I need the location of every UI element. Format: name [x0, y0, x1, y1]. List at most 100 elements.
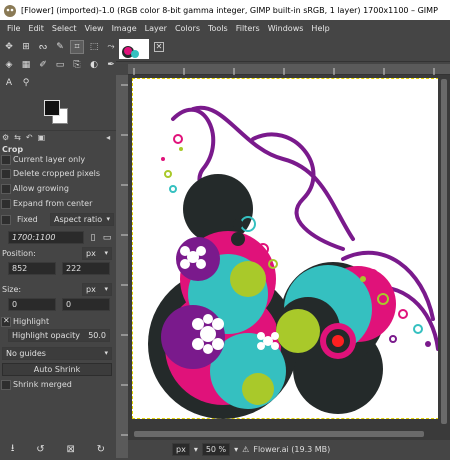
highlight-checkbox[interactable]	[1, 316, 11, 327]
paintbrush-icon[interactable]: ✐	[36, 58, 50, 72]
device-status-tab-icon[interactable]: ⇆	[14, 133, 21, 142]
free-select-icon[interactable]: ᔓ	[36, 40, 50, 54]
gradient-icon[interactable]: ▦	[19, 58, 33, 72]
eraser-icon[interactable]: ▭	[53, 58, 67, 72]
allow-growing-checkbox[interactable]	[1, 184, 11, 194]
landscape-icon[interactable]: ▭	[100, 231, 114, 245]
menu-bar: File Edit Select View Image Layer Colors…	[0, 20, 450, 36]
size-h-input[interactable]: 0	[62, 298, 110, 311]
unit-select[interactable]: px	[172, 442, 190, 456]
left-dock: ✥ ⊞ ᔓ ✎ ⌗ ⬚ ⤳ ◈ ▦ ✐ ▭ ⎘ ◐ ✒ A ⚲ ⚙ ⇆ ↶ ▣ …	[0, 36, 118, 455]
clone-icon[interactable]: ⎘	[70, 58, 84, 72]
toolbox-row-2: ◈ ▦ ✐ ▭ ⎘ ◐ ✒	[2, 58, 118, 72]
crop-icon[interactable]: ⌗	[70, 40, 84, 54]
menu-filters[interactable]: Filters	[232, 24, 264, 33]
fixed-mode-select[interactable]: Aspect ratio ▾	[50, 213, 114, 226]
ratio-input[interactable]: 1700:1100	[8, 231, 84, 244]
gimp-logo-icon	[4, 5, 16, 17]
menu-windows[interactable]: Windows	[264, 24, 308, 33]
foreground-color-swatch[interactable]	[44, 100, 60, 116]
canvas-view[interactable]	[128, 75, 450, 429]
shrink-merged-checkbox[interactable]	[1, 380, 11, 390]
current-layer-only-checkbox[interactable]	[1, 155, 11, 165]
color-picker-icon[interactable]: ⚲	[19, 76, 33, 90]
chevron-down-icon: ▾	[104, 349, 108, 357]
tool-options-tab-icon[interactable]: ⚙	[2, 133, 9, 142]
menu-colors[interactable]: Colors	[171, 24, 204, 33]
fuzzy-select-icon[interactable]: ✎	[53, 40, 67, 54]
horizontal-ruler[interactable]	[128, 64, 450, 75]
menu-view[interactable]: View	[81, 24, 108, 33]
expand-from-center-checkbox[interactable]	[1, 199, 11, 209]
window-title: [Flower] (imported)-1.0 (RGB color 8-bit…	[21, 5, 438, 15]
unified-transform-icon[interactable]: ⬚	[87, 40, 101, 54]
menu-tools[interactable]: Tools	[204, 24, 232, 33]
scroll-thumb[interactable]	[441, 79, 447, 424]
vertical-scrollbar[interactable]	[438, 75, 450, 440]
text-icon[interactable]: A	[2, 76, 16, 90]
size-label: Size:	[2, 285, 22, 294]
expand-from-center-label: Expand from center	[13, 199, 93, 208]
auto-shrink-button[interactable]: Auto Shrink	[2, 363, 112, 376]
paint-bucket-icon[interactable]: ◈	[2, 58, 16, 72]
undo-history-tab-icon[interactable]: ↶	[26, 133, 33, 142]
reset-icon[interactable]: ↺	[36, 444, 44, 455]
options-title: Crop	[2, 145, 24, 154]
thumbnail-image	[122, 46, 139, 58]
fixed-label: Fixed	[17, 215, 38, 224]
fixed-checkbox[interactable]	[1, 215, 11, 225]
toolbox-row-1: ✥ ⊞ ᔓ ✎ ⌗ ⬚ ⤳	[2, 40, 118, 54]
ruler-ticks	[133, 68, 435, 75]
dodge-icon[interactable]: ◐	[87, 58, 101, 72]
size-w-input[interactable]: 0	[8, 298, 56, 311]
portrait-icon[interactable]: ▯	[86, 231, 100, 245]
warning-icon: ⚠	[242, 444, 250, 454]
restore-icon[interactable]: ↻	[97, 444, 105, 455]
position-unit-value: px	[86, 249, 96, 258]
image-tab-thumbnail[interactable]	[119, 39, 149, 59]
size-unit-select[interactable]: px ▾	[82, 283, 112, 296]
highlight-label: Highlight	[13, 317, 50, 326]
close-tab-icon[interactable]: ✕	[154, 42, 164, 52]
menu-image[interactable]: Image	[108, 24, 141, 33]
delete-cropped-checkbox[interactable]	[1, 169, 11, 179]
image-tabs: ✕	[116, 36, 450, 62]
flower-artwork	[148, 105, 440, 419]
chevron-down-icon: ▾	[106, 215, 110, 223]
chevron-down-icon: ▾	[104, 249, 108, 257]
size-unit-value: px	[86, 285, 96, 294]
position-y-input[interactable]: 222	[62, 262, 110, 275]
title-bar: [Flower] (imported)-1.0 (RGB color 8-bit…	[0, 0, 450, 20]
ruler-ticks	[121, 84, 128, 436]
menu-help[interactable]: Help	[307, 24, 333, 33]
images-tab-icon[interactable]: ▣	[38, 133, 46, 142]
highlight-opacity-value: 50.0	[88, 331, 106, 340]
delete-cropped-label: Delete cropped pixels	[13, 169, 101, 178]
menu-edit[interactable]: Edit	[24, 24, 48, 33]
image-canvas[interactable]	[132, 78, 444, 419]
delete-icon[interactable]: ⊠	[66, 444, 74, 455]
highlight-opacity-slider[interactable]: Highlight opacity 50.0	[8, 329, 110, 342]
current-layer-only-label: Current layer only	[13, 155, 86, 164]
save-options-icon[interactable]: ⭳	[11, 441, 15, 458]
menu-layer[interactable]: Layer	[141, 24, 171, 33]
menu-file[interactable]: File	[3, 24, 24, 33]
position-unit-select[interactable]: px ▾	[82, 247, 112, 260]
horizontal-scrollbar[interactable]	[128, 429, 438, 440]
move-icon[interactable]: ✥	[2, 40, 16, 54]
highlight-opacity-label: Highlight opacity	[12, 331, 81, 340]
scroll-thumb[interactable]	[134, 431, 424, 437]
dock-menu-icon[interactable]: ◂	[106, 133, 110, 142]
dock-tabs: ⚙ ⇆ ↶ ▣ ◂	[0, 130, 116, 144]
guides-select[interactable]: No guides ▾	[2, 347, 112, 360]
file-info: Flower.ai (19.3 MB)	[253, 444, 331, 454]
guides-value: No guides	[6, 349, 46, 358]
zoom-select[interactable]: 50 %	[201, 442, 231, 456]
menu-select[interactable]: Select	[48, 24, 81, 33]
toolbox-row-3: A ⚲	[2, 76, 33, 90]
position-x-input[interactable]: 852	[8, 262, 56, 275]
vertical-ruler[interactable]	[116, 75, 128, 458]
fg-bg-colors[interactable]	[44, 100, 76, 130]
position-label: Position:	[2, 249, 36, 258]
align-icon[interactable]: ⊞	[19, 40, 33, 54]
